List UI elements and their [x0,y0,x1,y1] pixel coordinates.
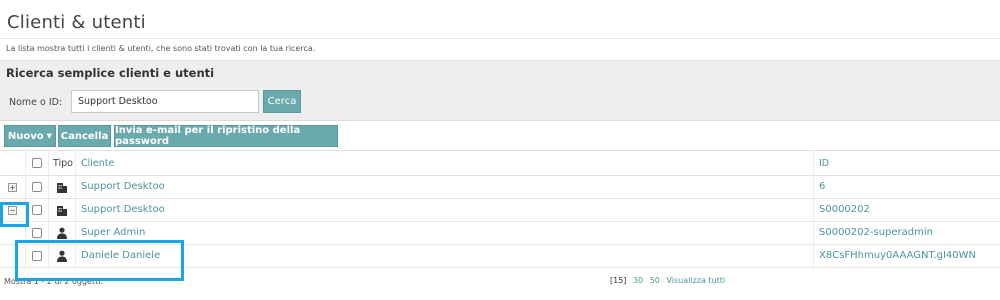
client-id-link[interactable]: S0000202 [819,204,870,215]
row-checkbox[interactable] [32,228,42,238]
column-header-client[interactable]: Cliente [81,158,114,169]
toolbar: Nuovo ▼ Cancella Invia e-mail per il rip… [0,121,1000,150]
search-label: Nome o ID: [9,97,63,108]
page-title: Clienti & utenti [7,12,146,33]
caret-down-icon: ▼ [46,132,53,140]
delete-button[interactable]: Cancella [58,125,111,147]
search-title: Ricerca semplice clienti e utenti [6,66,215,80]
page-size-50[interactable]: 50 [650,276,660,285]
expand-icon[interactable]: + [8,183,17,192]
table-row[interactable]: + Support Desktoo 6 [0,176,1000,199]
new-button-label: Nuovo [7,130,44,142]
highlight-box [0,202,29,227]
show-all-link[interactable]: Visualizza tutti [666,276,725,285]
search-panel: Ricerca semplice clienti e utenti Nome o… [0,60,1000,121]
user-name-link[interactable]: Super Admin [81,227,145,238]
page-size-current: [15] [610,276,627,285]
new-button[interactable]: Nuovo ▼ [4,125,56,147]
title-divider [0,38,1000,39]
page-subtitle: La lista mostra tutti i clienti & utenti… [6,44,316,53]
table-row[interactable]: − Support Desktoo S0000202 [0,199,1000,222]
company-icon [57,183,67,193]
search-input[interactable] [71,90,259,113]
page-size-30[interactable]: 30 [633,276,643,285]
table-header: Tipo Cliente ID [0,150,1000,176]
user-id-link[interactable]: S0000202-superadmin [819,227,933,238]
search-button[interactable]: Cerca [263,90,301,113]
page-size-selector: [15] 30 50 Visualizza tutti [610,276,725,285]
row-checkbox[interactable] [32,205,42,215]
highlight-box [15,240,184,281]
user-icon [57,227,67,239]
column-header-id[interactable]: ID [819,158,829,169]
column-header-type[interactable]: Tipo [53,158,73,169]
user-id-link[interactable]: X8CsFHhmuy0AAAGNT.gI40WN [819,250,976,261]
client-name-link[interactable]: Support Desktoo [81,204,165,215]
company-icon [57,206,67,216]
client-name-link[interactable]: Support Desktoo [81,181,165,192]
client-id-link[interactable]: 6 [819,181,825,192]
row-checkbox[interactable] [32,182,42,192]
send-password-reset-button[interactable]: Invia e-mail per il ripristino della pas… [114,125,338,147]
select-all-checkbox[interactable] [32,158,42,168]
